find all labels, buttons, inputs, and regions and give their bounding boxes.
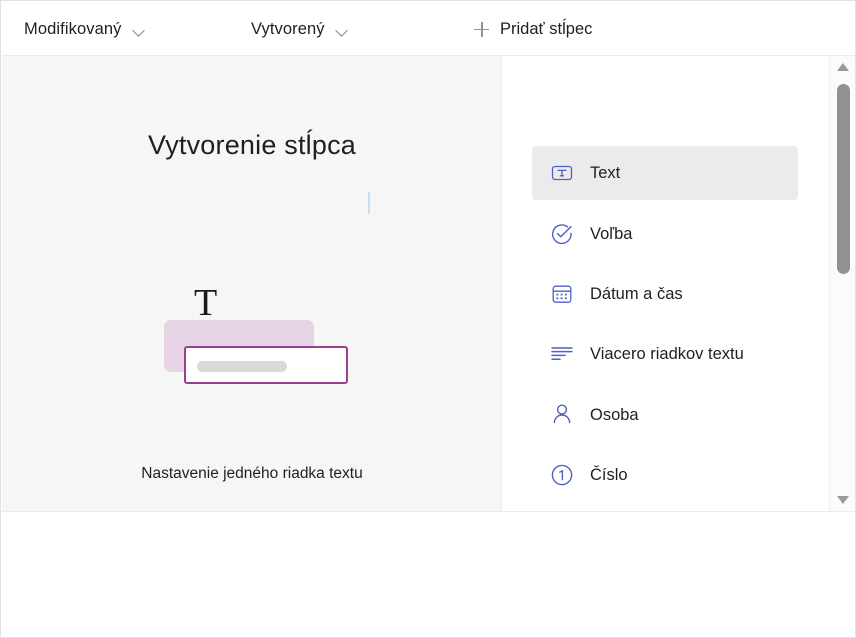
dialog-body: Vytvorenie stĺpca T Nastavenie jedného r… — [2, 56, 855, 511]
type-item-datetime[interactable]: Dátum a čas — [532, 267, 798, 321]
number-circle-one-icon — [549, 462, 575, 488]
triangle-up-icon — [837, 63, 849, 71]
check-circle-icon — [549, 221, 575, 247]
illustration-text-glyph: T — [194, 282, 218, 324]
column-header-created[interactable]: Vytvorený — [251, 2, 349, 56]
illustration-placeholder-bar — [197, 361, 287, 372]
text-cursor-artifact — [368, 192, 370, 214]
type-item-number[interactable]: Číslo — [532, 448, 798, 502]
type-item-person[interactable]: Osoba — [532, 388, 798, 442]
chevron-down-icon[interactable] — [336, 24, 349, 37]
column-header-modified-label: Modifikovaný — [24, 19, 122, 38]
chevron-down-icon[interactable] — [133, 24, 146, 37]
type-item-label: Text — [590, 163, 621, 182]
column-type-list[interactable]: Text Voľba Dátum a čas Viacero riadkov t… — [503, 56, 828, 511]
type-item-label: Osoba — [590, 405, 639, 424]
scrollbar-down-button[interactable] — [830, 489, 855, 511]
type-item-multiline-text[interactable]: Viacero riadkov textu — [532, 327, 798, 381]
page-title: Vytvorenie stĺpca — [148, 130, 356, 160]
column-header-bar: Modifikovaný Vytvorený Pridať stĺpec — [2, 2, 855, 56]
calendar-icon — [549, 281, 575, 307]
illustration-input-shape — [184, 346, 348, 384]
text-box-icon — [549, 160, 575, 186]
type-item-label: Dátum a čas — [590, 284, 683, 303]
type-list-scrollbar[interactable] — [829, 56, 855, 511]
preview-pane: Vytvorenie stĺpca T Nastavenie jedného r… — [2, 56, 502, 511]
preview-caption: Nastavenie jedného riadka textu — [141, 465, 363, 482]
person-icon — [549, 402, 575, 428]
type-item-text[interactable]: Text — [532, 146, 798, 200]
type-item-label: Viacero riadkov textu — [590, 344, 744, 363]
column-type-pane: Text Voľba Dátum a čas Viacero riadkov t… — [503, 56, 855, 511]
add-column-button[interactable]: Pridať stĺpec — [474, 2, 592, 56]
add-column-label: Pridať stĺpec — [500, 19, 593, 38]
type-item-choice[interactable]: Voľba — [532, 207, 798, 261]
column-header-created-label: Vytvorený — [251, 19, 325, 38]
triangle-down-icon — [837, 496, 849, 504]
scrollbar-up-button[interactable] — [830, 56, 855, 78]
create-column-dialog: Modifikovaný Vytvorený Pridať stĺpec Vyt… — [0, 0, 856, 638]
plus-icon — [474, 21, 489, 37]
type-item-label: Voľba — [590, 224, 633, 243]
scrollbar-thumb[interactable] — [837, 84, 850, 274]
column-header-modified[interactable]: Modifikovaný — [24, 2, 146, 56]
dialog-footer: Show or hide columns Zobrazenie alebo sk… — [2, 511, 855, 637]
multiline-text-icon — [549, 341, 575, 367]
preview-illustration: T — [164, 284, 364, 394]
type-item-label: Číslo — [590, 465, 628, 484]
